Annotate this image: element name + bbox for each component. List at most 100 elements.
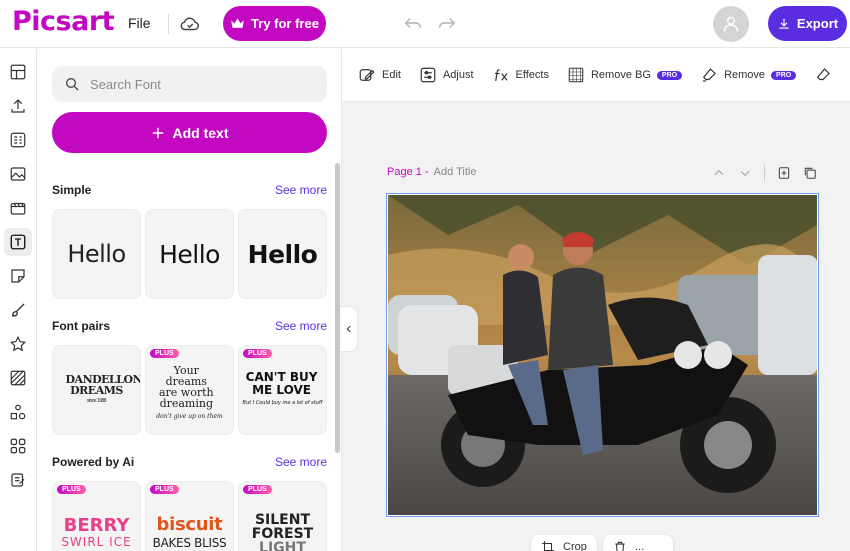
divider [764, 165, 765, 181]
apps-icon[interactable] [4, 432, 32, 460]
brush-icon[interactable] [4, 296, 32, 324]
section-simple: Simple See more [52, 183, 327, 197]
template-text: Your dreams are worth dreaming don't giv… [156, 359, 222, 422]
chevron-up-icon[interactable] [712, 166, 726, 180]
add-text-label: Add text [172, 124, 229, 141]
favorites-icon[interactable] [4, 330, 32, 358]
pro-badge: PRO [771, 70, 797, 80]
page-title-input[interactable]: Add Title [434, 166, 477, 178]
crop-icon [542, 541, 554, 551]
eraser-icon [703, 68, 716, 82]
text-template-card[interactable]: PLUS Your dreams are worth dreaming don'… [145, 345, 234, 435]
collapse-panel-button[interactable] [340, 306, 358, 352]
see-more-link[interactable]: See more [275, 319, 327, 333]
edit-icon [359, 69, 375, 81]
tool-label: Edit [382, 69, 401, 81]
template-text: biscuit BAKES BLISS [153, 500, 227, 551]
photo-image [388, 195, 817, 515]
text-template-card[interactable]: PLUS biscuit BAKES BLISS [145, 481, 234, 551]
page-title-bar: Page 1 - Add Title [387, 166, 476, 178]
file-menu[interactable]: File [128, 15, 151, 31]
remove-tool[interactable]: Remove PRO [700, 66, 797, 84]
shapes-icon[interactable] [4, 398, 32, 426]
tool-label: Adjust [442, 69, 474, 81]
see-more-link[interactable]: See more [275, 455, 327, 469]
font-search[interactable] [52, 66, 327, 102]
see-more-link[interactable]: See more [275, 183, 327, 197]
export-button[interactable]: Export [768, 6, 847, 41]
template-main-text: BERRY [63, 515, 130, 536]
template-main-text: CAN'T BUY ME LOVE [245, 369, 318, 397]
text-template-card[interactable]: Hello [52, 209, 141, 299]
divider [168, 14, 169, 34]
photos-icon[interactable] [4, 160, 32, 188]
avatar[interactable] [713, 6, 749, 42]
try-for-free-label: Try for free [251, 16, 319, 31]
text-template-card[interactable]: PLUS SILENT FOREST LIGHT [238, 481, 327, 551]
upload-icon[interactable] [4, 92, 32, 120]
text-template-card[interactable]: Hello [145, 209, 234, 299]
search-font-input[interactable] [90, 76, 310, 92]
tool-label: Effects [515, 69, 549, 81]
picsart-logo[interactable]: Picsart [12, 6, 115, 37]
text-icon[interactable] [4, 228, 32, 256]
template-main-text: Your dreams are worth dreaming [158, 363, 214, 410]
layout-icon[interactable] [4, 58, 32, 86]
background-icon[interactable] [4, 364, 32, 392]
download-icon [779, 18, 789, 29]
canvas-photo-frame[interactable] [386, 193, 819, 517]
undo-icon[interactable] [402, 12, 424, 34]
simple-cards: Hello Hello Hello [52, 209, 328, 299]
add-text-button[interactable]: Add text [52, 112, 327, 153]
template-text: Hello [67, 240, 126, 268]
template-sub-text: SWIRL ICE [61, 535, 132, 549]
brand-icon[interactable] [4, 466, 32, 494]
template-sub-text: LIGHT [259, 540, 306, 551]
chevron-left-icon [346, 325, 351, 333]
crop-button[interactable]: Crop [531, 535, 597, 551]
text-template-card[interactable]: DANDELLON DREAMS since 1988 [52, 345, 141, 435]
section-title: Font pairs [52, 319, 111, 333]
crop-label: Crop [563, 541, 587, 551]
section-font-pairs: Font pairs See more [52, 319, 327, 333]
page-controls [712, 163, 820, 183]
text-template-card[interactable]: PLUS CAN'T BUY ME LOVE But I Could buy m… [238, 345, 327, 435]
cloud-save-icon[interactable] [179, 13, 201, 35]
export-label: Export [796, 16, 839, 31]
remove-bg-icon [568, 67, 584, 83]
chevron-down-icon[interactable] [738, 166, 752, 180]
text-template-card[interactable]: PLUS BERRY SWIRL ICE [52, 481, 141, 551]
video-icon[interactable] [4, 194, 32, 222]
effects-tool[interactable]: Effects [492, 66, 549, 84]
templates-icon[interactable] [4, 126, 32, 154]
add-page-icon[interactable] [777, 166, 791, 180]
template-sub-text: But I Could buy me a lot of stuff [242, 399, 323, 406]
more-options-button[interactable]: ... [603, 535, 673, 551]
adjust-tool[interactable]: Adjust [419, 66, 474, 84]
trash-icon [615, 541, 625, 551]
font-pair-cards: DANDELLON DREAMS since 1988 PLUS Your dr… [52, 345, 328, 435]
plus-badge: PLUS [150, 485, 179, 494]
template-sub-text: since 1988 [86, 397, 107, 404]
plus-badge: PLUS [243, 485, 272, 494]
template-text: Hello [159, 239, 220, 269]
edit-tool[interactable]: Edit [358, 66, 401, 84]
redo-icon[interactable] [436, 12, 458, 34]
template-main-text: SILENT FOREST [251, 512, 314, 542]
motorcycle-photo[interactable] [388, 195, 817, 515]
image-toolbar: Edit Adjust Effects Remove BG PRO Remove… [342, 49, 850, 102]
template-main-text: DANDELLON DREAMS [65, 372, 141, 397]
template-text: DANDELLON DREAMS since 1988 [65, 372, 141, 407]
text-template-card[interactable]: Hello [238, 209, 327, 299]
more-tool[interactable] [814, 66, 832, 84]
text-panel: Add text Simple See more Hello Hello Hel… [38, 49, 340, 551]
try-for-free-button[interactable]: Try for free [223, 6, 326, 41]
section-title: Simple [52, 183, 92, 197]
duplicate-page-icon[interactable] [803, 166, 817, 180]
stickers-icon[interactable] [4, 262, 32, 290]
section-powered-by-ai: Powered by Ai See more [52, 455, 327, 469]
template-sub-text: BAKES BLISS [152, 536, 227, 550]
template-main-text: biscuit [156, 514, 223, 535]
remove-bg-tool[interactable]: Remove BG PRO [567, 66, 683, 84]
plus-badge: PLUS [57, 485, 86, 494]
